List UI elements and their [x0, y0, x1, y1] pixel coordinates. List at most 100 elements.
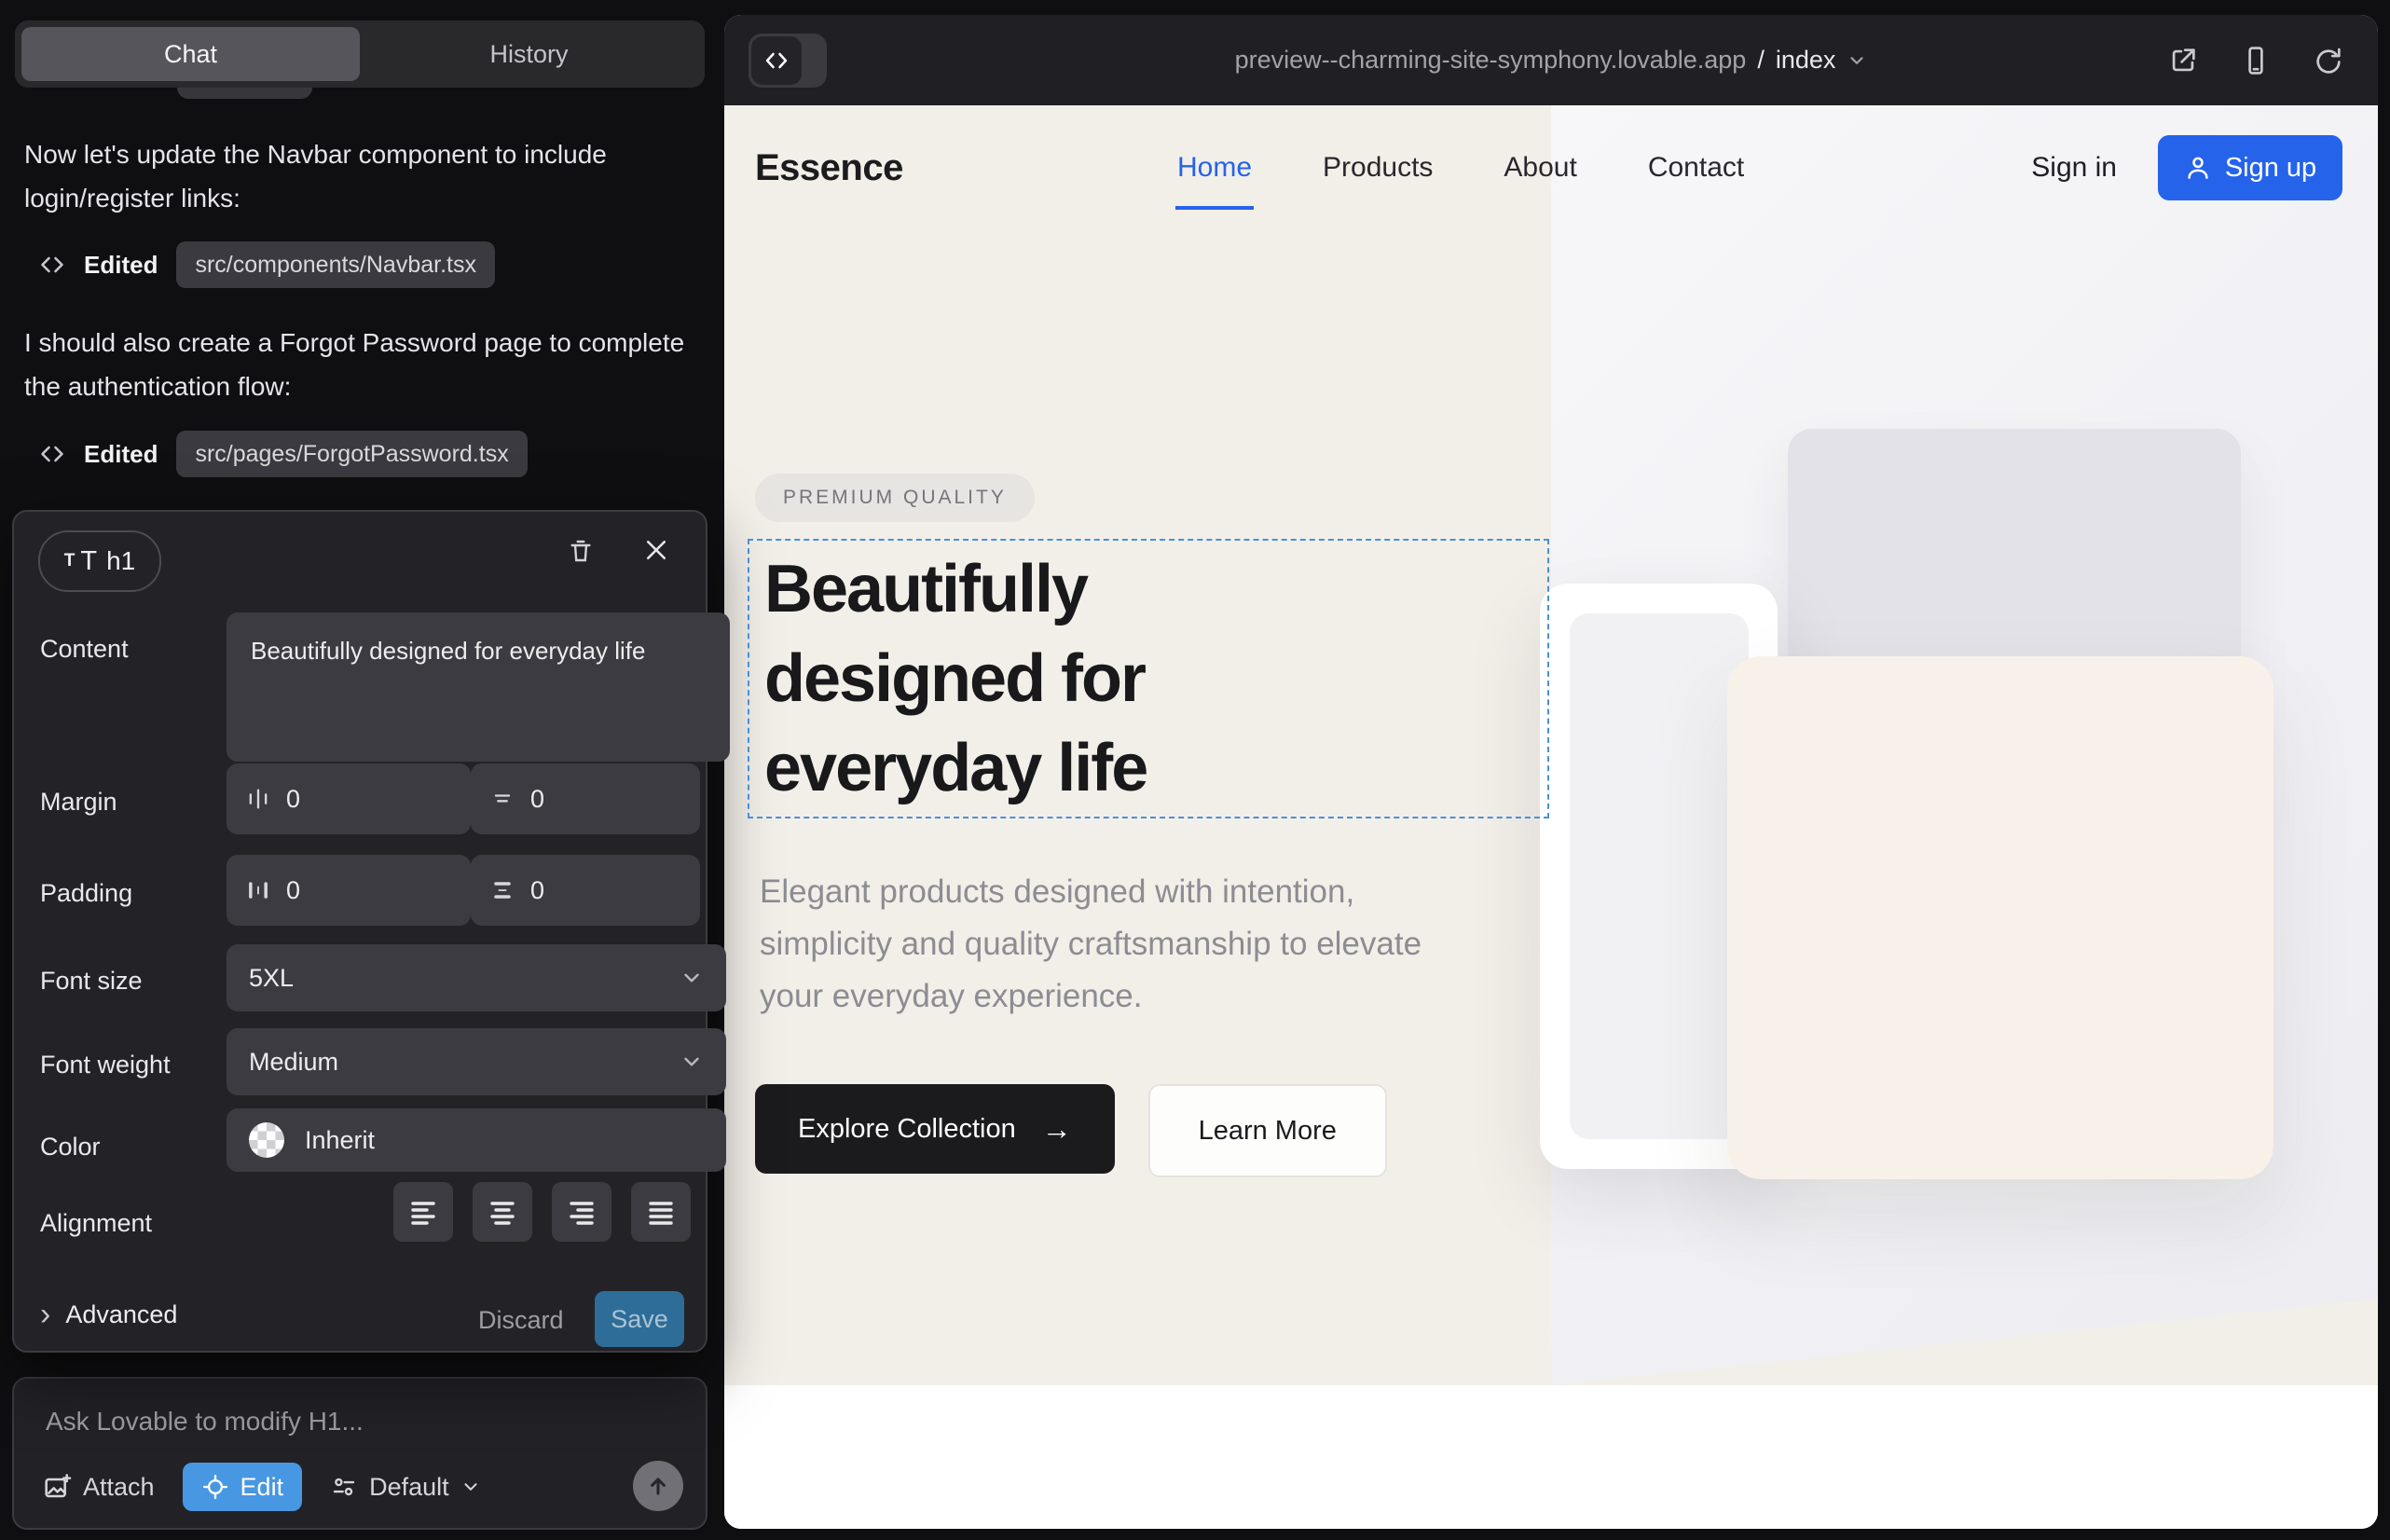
hero-heading-line-2: designed for — [764, 634, 1147, 723]
edit-row-navbar: Edited src/components/Navbar.tsx — [39, 241, 495, 289]
trash-icon[interactable] — [566, 536, 596, 566]
url-domain: preview--charming-site-symphony.lovable.… — [1235, 46, 1747, 75]
user-icon — [2184, 154, 2212, 182]
send-button[interactable] — [633, 1461, 683, 1511]
attach-image-icon — [42, 1472, 72, 1502]
composer-toolbar: Attach Edit Default — [42, 1463, 481, 1511]
padding-horizontal-icon — [245, 877, 271, 903]
nav-links: Home Products About Contact — [1177, 105, 1744, 230]
nav-link-products[interactable]: Products — [1323, 152, 1433, 184]
explore-collection-button[interactable]: Explore Collection → — [755, 1084, 1115, 1174]
chat-composer[interactable]: Ask Lovable to modify H1... Attach Edit … — [12, 1377, 707, 1530]
align-center-icon — [485, 1194, 520, 1230]
chat-sidebar: · · Chat History Now let's update the Na… — [0, 0, 724, 1540]
align-center-button[interactable] — [473, 1182, 532, 1242]
align-justify-button[interactable] — [631, 1182, 691, 1242]
target-icon — [201, 1473, 229, 1501]
padding-vertical-value: 0 — [530, 876, 544, 905]
color-select[interactable]: Inherit — [227, 1108, 726, 1172]
margin-horizontal-input[interactable]: 0 — [227, 763, 471, 834]
color-value: Inherit — [305, 1126, 375, 1155]
mobile-device-icon[interactable] — [2240, 45, 2272, 76]
url-bar[interactable]: preview--charming-site-symphony.lovable.… — [724, 15, 2378, 105]
tab-history[interactable]: History — [360, 27, 698, 81]
nav-link-contact[interactable]: Contact — [1648, 152, 1744, 184]
browser-chrome: preview--charming-site-symphony.lovable.… — [724, 15, 2378, 105]
advanced-toggle[interactable]: › Advanced — [40, 1300, 177, 1329]
mode-label: Default — [369, 1473, 449, 1502]
font-size-select[interactable]: 5XL — [227, 944, 726, 1011]
padding-label: Padding — [40, 879, 132, 908]
font-weight-select[interactable]: Medium — [227, 1028, 726, 1095]
hero-heading-line-1: Beautifully — [764, 544, 1147, 634]
site-logo[interactable]: Essence — [755, 105, 903, 230]
arrow-right-icon: → — [1042, 1112, 1072, 1147]
hero-cta-row: Explore Collection → Learn More — [755, 1084, 1387, 1177]
url-page: index — [1776, 46, 1836, 75]
advanced-label: Advanced — [65, 1300, 177, 1329]
code-icon — [39, 441, 65, 467]
edit-mode-label: Edit — [240, 1473, 284, 1502]
align-justify-icon — [643, 1194, 679, 1230]
chevron-down-icon — [1847, 50, 1867, 71]
nav-link-home[interactable]: Home — [1177, 152, 1252, 184]
sidebar-tabs: Chat History — [15, 21, 705, 88]
preview-window: preview--charming-site-symphony.lovable.… — [724, 15, 2378, 1529]
margin-label: Margin — [40, 788, 117, 817]
site-navbar: Essence Home Products About Contact Sign… — [724, 105, 2378, 230]
next-section-background — [724, 1385, 2378, 1529]
premium-quality-badge: PREMIUM QUALITY — [755, 474, 1035, 522]
attach-button[interactable]: Attach — [42, 1472, 155, 1502]
file-pill-forgot-password[interactable]: src/pages/ForgotPassword.tsx — [176, 431, 527, 477]
composer-placeholder: Ask Lovable to modify H1... — [46, 1407, 364, 1437]
align-right-icon — [564, 1194, 599, 1230]
attach-label: Attach — [83, 1473, 155, 1502]
arrow-up-icon — [645, 1473, 671, 1499]
hero-heading-line-3: everyday life — [764, 723, 1147, 813]
discard-button[interactable]: Discard — [478, 1306, 564, 1335]
edited-label: Edited — [84, 440, 158, 469]
close-icon[interactable] — [642, 536, 670, 564]
content-textarea[interactable]: Beautifully designed for everyday life — [227, 612, 730, 762]
edit-mode-button[interactable]: Edit — [183, 1463, 303, 1511]
padding-vertical-input[interactable]: 0 — [471, 855, 700, 926]
mode-select[interactable]: Default — [330, 1473, 481, 1502]
nav-auth: Sign in Sign up — [2031, 105, 2342, 230]
align-right-button[interactable] — [552, 1182, 611, 1242]
font-size-label: Font size — [40, 967, 143, 996]
text-type-icon: T — [80, 546, 97, 577]
element-tag-pill[interactable]: T T h1 — [38, 530, 161, 592]
site-canvas: Essence Home Products About Contact Sign… — [724, 105, 2378, 1529]
chevron-down-icon — [680, 1050, 704, 1074]
padding-vertical-icon — [489, 877, 515, 903]
refresh-icon[interactable] — [2313, 45, 2344, 76]
assistant-message-2: I should also create a Forgot Password p… — [24, 321, 686, 408]
tab-chat[interactable]: Chat — [21, 27, 360, 81]
align-left-button[interactable] — [393, 1182, 453, 1242]
open-in-new-tab-icon[interactable] — [2167, 45, 2199, 76]
assistant-message-1: Now let's update the Navbar component to… — [24, 132, 686, 220]
content-label: Content — [40, 635, 129, 664]
learn-more-button[interactable]: Learn More — [1148, 1084, 1387, 1177]
hero-heading[interactable]: Beautifully designed for everyday life — [764, 544, 1147, 813]
sign-up-button[interactable]: Sign up — [2158, 135, 2342, 200]
chevron-down-icon — [680, 966, 704, 990]
file-pill-navbar[interactable]: src/components/Navbar.tsx — [176, 241, 495, 288]
nav-link-about[interactable]: About — [1504, 152, 1576, 184]
explore-collection-label: Explore Collection — [798, 1114, 1016, 1145]
chrome-actions — [2167, 15, 2344, 105]
font-weight-label: Font weight — [40, 1051, 171, 1079]
save-button[interactable]: Save — [595, 1291, 684, 1347]
margin-vertical-value: 0 — [530, 785, 544, 814]
hero-paragraph: Elegant products designed with intention… — [760, 866, 1468, 1023]
text-type-icon: T — [64, 551, 76, 571]
url-separator: / — [1757, 46, 1765, 75]
sign-up-label: Sign up — [2225, 153, 2316, 184]
sliders-icon — [330, 1473, 358, 1501]
sign-in-link[interactable]: Sign in — [2031, 152, 2117, 184]
padding-horizontal-input[interactable]: 0 — [227, 855, 471, 926]
decor-white-card-inset — [1570, 613, 1749, 1139]
margin-horizontal-icon — [245, 786, 271, 812]
font-size-value: 5XL — [249, 964, 294, 993]
margin-vertical-input[interactable]: 0 — [471, 763, 700, 834]
